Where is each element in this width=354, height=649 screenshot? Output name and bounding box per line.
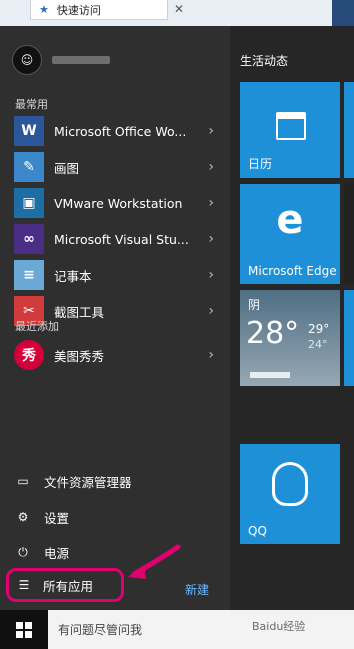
- meitu-icon: 秀: [14, 340, 44, 370]
- start-menu: ☺ 最常用 W Microsoft Office Wo... › ✎ 画图 › ▣ VMwar…: [0, 26, 354, 610]
- star-icon: ★: [39, 3, 49, 16]
- windows-logo-icon: [16, 621, 32, 638]
- close-icon[interactable]: ✕: [170, 0, 188, 18]
- notepad-icon: ≡: [14, 260, 44, 290]
- app-label: 画图: [54, 160, 80, 176]
- weather-location-blurred: [250, 372, 290, 378]
- settings-button[interactable]: ⚙ 设置: [14, 502, 214, 532]
- quick-access-window-tab[interactable]: ★ 快速访问: [30, 0, 168, 20]
- edge-icon: e: [276, 197, 304, 243]
- app-item[interactable]: ▣ VMware Workstation ›: [14, 186, 214, 220]
- file-explorer-label: 文件资源管理器: [44, 474, 132, 490]
- vmware-icon: ▣: [14, 188, 44, 218]
- file-explorer-button[interactable]: ▭ 文件资源管理器: [14, 466, 214, 496]
- tile-partial: [344, 82, 354, 178]
- start-menu-left-pane: ☺ 最常用 W Microsoft Office Wo... › ✎ 画图 › ▣ VMwar…: [0, 26, 230, 610]
- visual-studio-icon: ∞: [14, 224, 44, 254]
- start-button[interactable]: [0, 610, 48, 649]
- annotation-arrow: [128, 544, 181, 579]
- avatar: ☺: [12, 45, 42, 75]
- calendar-icon: [276, 112, 306, 140]
- app-label: 记事本: [54, 268, 92, 284]
- qq-penguin-icon: [272, 462, 308, 506]
- chevron-right-icon[interactable]: ›: [200, 347, 214, 363]
- paint-icon: ✎: [14, 152, 44, 182]
- edge-tile[interactable]: e Microsoft Edge: [240, 184, 340, 284]
- watermark-baidu: Baidu经验: [252, 620, 306, 633]
- chevron-right-icon[interactable]: ›: [200, 267, 214, 283]
- calendar-label: 日历: [248, 157, 273, 171]
- tile-partial: [344, 184, 354, 284]
- weather-tile[interactable]: 阴 28° 29° 24°: [240, 290, 340, 386]
- quick-access-label: 快速访问: [56, 3, 101, 17]
- app-label: Microsoft Visual Stu...: [54, 231, 189, 247]
- section-most-used: 最常用: [15, 98, 48, 111]
- settings-label: 设置: [44, 510, 70, 526]
- word-icon: W: [14, 116, 44, 146]
- chevron-right-icon[interactable]: ›: [200, 159, 214, 175]
- app-item[interactable]: ✎ 画图 ›: [14, 150, 214, 184]
- app-item[interactable]: ∞ Microsoft Visual Stu... ›: [14, 222, 214, 256]
- gear-icon: ⚙: [17, 510, 29, 524]
- tile-partial: [344, 290, 354, 386]
- edge-label: Microsoft Edge: [248, 264, 337, 278]
- chevron-right-icon[interactable]: ›: [200, 123, 214, 139]
- calendar-tile[interactable]: 日历: [240, 82, 340, 178]
- folder-icon: ▭: [17, 474, 29, 488]
- taskbar: 有问题尽管问我 Baidu经验: [0, 610, 354, 649]
- weather-low: 24°: [308, 338, 328, 351]
- app-item-meitu[interactable]: 秀 美图秀秀 ›: [14, 338, 214, 372]
- section-recently-added: 最近添加: [15, 320, 59, 333]
- power-icon: ⏻: [18, 544, 28, 559]
- app-label: Microsoft Office Wo...: [54, 123, 187, 139]
- tiles-group-title: 生活动态: [240, 54, 289, 68]
- chevron-right-icon[interactable]: ›: [200, 231, 214, 247]
- app-label: VMware Workstation: [54, 195, 183, 211]
- weather-temperature: 28°: [246, 316, 300, 351]
- weather-high: 29°: [308, 322, 330, 336]
- app-item[interactable]: W Microsoft Office Wo... ›: [14, 114, 214, 148]
- user-name-blurred: [52, 56, 110, 64]
- user-account[interactable]: ☺: [12, 44, 232, 76]
- power-label: 电源: [44, 545, 70, 561]
- chevron-right-icon[interactable]: ›: [200, 303, 214, 319]
- app-item[interactable]: ≡ 记事本 ›: [14, 258, 214, 292]
- all-apps-label: 所有应用: [43, 578, 94, 594]
- chevron-right-icon[interactable]: ›: [200, 195, 214, 211]
- qq-tile[interactable]: QQ: [240, 444, 340, 544]
- start-menu-tiles-pane: 生活动态 日历 e Microsoft Edge 阴 28° 29° 24° Q…: [230, 26, 354, 610]
- app-label: 截图工具: [54, 304, 105, 320]
- qq-label: QQ: [248, 524, 267, 538]
- all-apps-button[interactable]: ☰ 所有应用: [6, 568, 124, 602]
- window-edge: [332, 0, 354, 26]
- new-link[interactable]: 新建: [185, 581, 209, 598]
- power-button[interactable]: ⏻ 电源: [14, 537, 214, 567]
- search-placeholder: 有问题尽管问我: [58, 623, 143, 637]
- list-icon: ☰: [18, 578, 30, 592]
- background-window-bar: ★ 快速访问 ✕: [0, 0, 354, 26]
- app-label: 美图秀秀: [54, 348, 105, 364]
- weather-condition: 阴: [248, 298, 261, 312]
